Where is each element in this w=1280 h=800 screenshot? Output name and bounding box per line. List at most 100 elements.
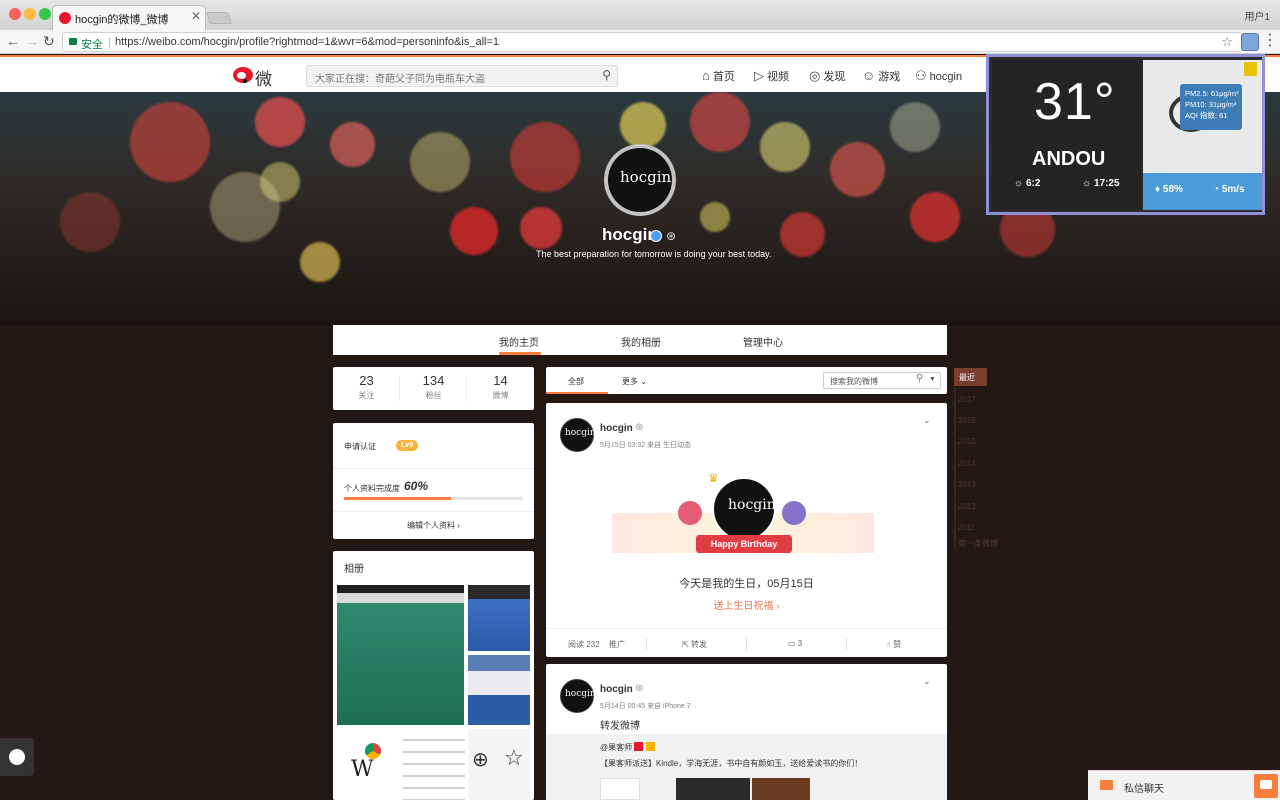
profile-complete-progress <box>344 497 523 500</box>
search-input[interactable]: 大家正在搜：奇葩父子同为电瓶车大盗 ⚲ <box>306 65 618 87</box>
post-actions: 阅读 232 推广 ⇱ 转发 ▭ 3 ☝ 赞 <box>546 628 947 657</box>
year-item[interactable]: 2013 <box>958 480 976 489</box>
nav-home[interactable]: ⌂ 首页 <box>702 68 735 84</box>
vip-icon <box>634 742 644 751</box>
search-icon[interactable]: ⚲ <box>916 373 923 384</box>
post-avatar[interactable]: hocgin <box>560 418 596 452</box>
repost-icon: ⇱ <box>682 640 689 649</box>
post-username[interactable]: hocgin <box>600 684 633 695</box>
private-chat-bar[interactable]: 私信聊天 <box>1088 770 1280 800</box>
feed-search-input[interactable]: 搜索我的微博 ⚲ ▼ <box>823 372 941 389</box>
stat-following[interactable]: 23 关注 <box>333 373 400 401</box>
birthday-banner-image[interactable]: hocgin ♛ Happy Birthday <box>612 471 874 559</box>
browser-menu-icon[interactable]: ⋮ <box>1262 30 1278 50</box>
quote-image[interactable] <box>752 778 810 800</box>
quoted-post[interactable]: @果客师 【果客师派送】Kindle，学海无涯，书中自有颜如玉，送给爱读书的你们… <box>546 734 947 800</box>
weather-extension-icon[interactable] <box>1241 33 1259 51</box>
album-photo[interactable] <box>403 729 465 800</box>
verified-badge-icon[interactable] <box>650 230 662 242</box>
tab-my-album[interactable]: 我的相册 <box>621 334 661 349</box>
like-button[interactable]: ☝ 赞 <box>886 639 901 650</box>
post-username[interactable]: hocgin <box>600 423 633 434</box>
comment-button[interactable]: ▭ 3 <box>788 639 802 648</box>
weibo-favicon-icon <box>59 12 71 24</box>
bookmark-tag-icon[interactable] <box>1244 62 1257 76</box>
quote-image[interactable] <box>600 778 640 800</box>
medal-icon[interactable]: ⊛ <box>635 683 643 694</box>
forward-arrow-icon[interactable]: → <box>25 33 39 49</box>
first-post-link[interactable]: 第一条微博 <box>958 538 998 549</box>
post-menu-chevron-icon[interactable]: ⌄ <box>923 415 931 426</box>
year-item[interactable]: 2014 <box>958 459 976 468</box>
profile-avatar[interactable]: hocgin <box>604 144 676 216</box>
medal-icon[interactable]: ⊛ <box>666 229 676 243</box>
post-menu-chevron-icon[interactable]: ⌄ <box>923 676 931 687</box>
feed-tab-more[interactable]: 更多 ⌄ <box>622 376 647 387</box>
back-arrow-icon[interactable]: ← <box>6 33 20 49</box>
air-quality-tooltip: PM2.5: 61μg/m³ PM10: 31μg/m³ AQI 指数: 61 <box>1180 84 1242 130</box>
target-icon: ⊕ <box>472 749 489 771</box>
url-separator: | <box>108 35 112 49</box>
wind-value: 5m/s <box>1221 184 1245 195</box>
year-item[interactable]: 2017 <box>958 395 976 404</box>
balloon-icon <box>782 501 806 525</box>
nav-video[interactable]: ▷ 视频 <box>754 68 789 84</box>
quote-author[interactable]: @果客师 <box>600 742 655 753</box>
level-badge[interactable]: Lv9 <box>396 440 418 451</box>
promote-button[interactable]: 推广 <box>609 639 625 650</box>
birthday-wish-link[interactable]: 送上生日祝福 › <box>546 597 947 612</box>
medal-icon[interactable]: ⊛ <box>635 422 643 433</box>
post-text: 转发微博 <box>600 721 640 732</box>
repost-button[interactable]: ⇱ 转发 <box>682 639 707 650</box>
search-icon[interactable]: ⚲ <box>602 68 611 82</box>
close-window-button[interactable] <box>9 8 21 20</box>
year-recent[interactable]: 最近 <box>954 368 987 386</box>
url-text[interactable]: https://weibo.com/hocgin/profile?rightmo… <box>115 36 499 48</box>
chat-bubble-icon[interactable] <box>1254 774 1278 798</box>
profile-tabs: 我的主页 我的相册 管理中心 <box>333 325 947 355</box>
new-tab-button[interactable] <box>206 12 232 24</box>
year-item[interactable]: 2016 <box>958 416 976 425</box>
post-card: hocgin hocgin ⊛ 5月14日 00:45 来自 iPhone 7 … <box>546 664 947 800</box>
stat-followers[interactable]: 134 粉丝 <box>400 373 467 401</box>
year-item[interactable]: 2015 <box>958 437 976 446</box>
stat-posts[interactable]: 14 微博 <box>467 373 534 401</box>
weather-city: ANDOU <box>1032 148 1106 170</box>
profile-user-label[interactable]: 用户1 <box>1244 8 1270 23</box>
tab-manage[interactable]: 管理中心 <box>743 334 783 349</box>
album-card: 相册 W ⊕ ☆ <box>333 551 534 800</box>
bookmark-star-icon[interactable]: ☆ <box>1221 34 1233 50</box>
nav-video-label: 视频 <box>767 71 789 83</box>
album-photo[interactable] <box>337 585 464 725</box>
year-item[interactable]: 2012 <box>958 502 976 511</box>
album-photo[interactable]: W <box>337 729 399 800</box>
nav-discover[interactable]: ◎ 发现 <box>809 68 845 84</box>
tab-my-home[interactable]: 我的主页 <box>499 334 539 349</box>
year-item[interactable]: 2011 <box>958 523 975 532</box>
video-icon: ▷ <box>754 68 764 83</box>
album-photo[interactable] <box>468 655 530 725</box>
dropdown-caret-icon[interactable]: ▼ <box>929 376 936 383</box>
humidity-value: 58% <box>1162 184 1183 195</box>
tab-close-icon[interactable]: ✕ <box>191 9 201 23</box>
feed-tab-all[interactable]: 全部 <box>568 376 584 387</box>
browser-tab[interactable]: hocgin的微博_微博 ✕ <box>52 5 206 30</box>
apply-verify-link[interactable]: 申请认证 <box>344 441 376 452</box>
reload-icon[interactable]: ↻ <box>43 33 55 50</box>
sunset: ☼ 17:25 <box>1082 178 1120 189</box>
album-photo[interactable] <box>468 585 530 651</box>
nav-discover-label: 发现 <box>823 71 846 83</box>
crown-icon: ♛ <box>708 471 719 485</box>
zoom-window-button[interactable] <box>39 8 51 20</box>
weibo-logo[interactable]: 微博 <box>233 64 288 115</box>
address-bar[interactable]: 安全 | https://weibo.com/hocgin/profile?ri… <box>62 32 1242 52</box>
post-avatar[interactable]: hocgin <box>560 679 596 713</box>
quote-image[interactable] <box>676 778 750 800</box>
edit-profile-link[interactable]: 编辑个人资料 › <box>333 520 534 531</box>
sunset-icon: ☼ <box>1082 178 1092 189</box>
nav-user[interactable]: ⚇ hocgin <box>915 68 962 84</box>
minimize-window-button[interactable] <box>24 8 36 20</box>
album-photo[interactable]: ⊕ ☆ <box>468 729 530 800</box>
nav-games[interactable]: ☺ 游戏 <box>862 68 900 84</box>
music-play-button[interactable] <box>0 738 34 776</box>
